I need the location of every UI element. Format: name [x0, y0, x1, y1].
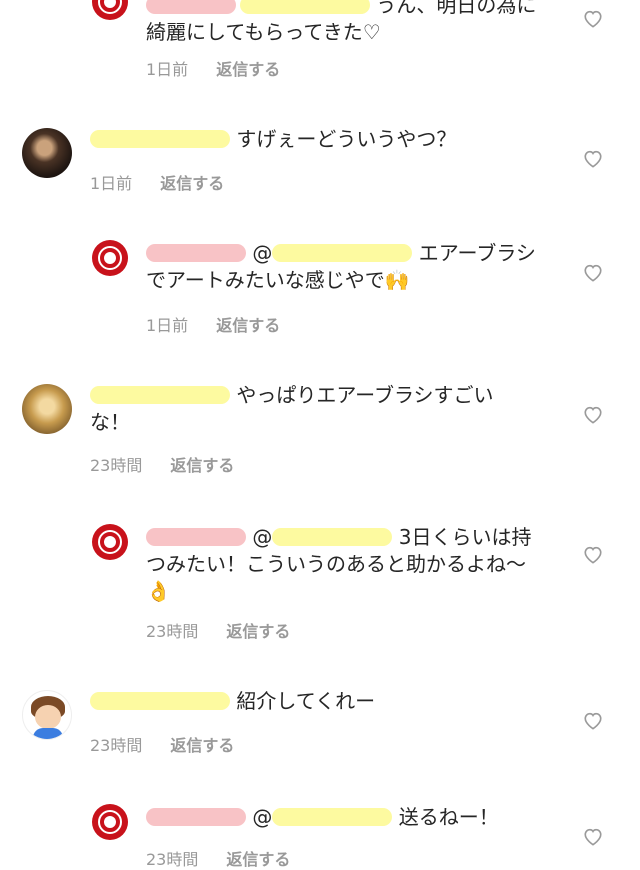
avatar[interactable] [22, 384, 72, 434]
comment-meta: 1日前 返信する [146, 56, 280, 80]
heart-outline-icon[interactable] [582, 8, 604, 28]
comment-text: @ 3日くらいは持つみたい！こういうのあると助かるよね〜👌 [146, 524, 536, 605]
comment-body: すげぇーどういうやつ？ [236, 127, 457, 151]
redacted-mention [272, 808, 393, 826]
mention-prefix: @ [252, 241, 273, 265]
comment-meta: 23時間 返信する [90, 732, 234, 756]
comment-time: 23時間 [90, 736, 143, 755]
comment-time: 23時間 [90, 456, 143, 475]
avatar[interactable] [92, 0, 128, 20]
comment-body: 紹介してくれー [236, 689, 376, 713]
comment-text: すげぇーどういうやつ？ [90, 126, 530, 153]
reply-button[interactable]: 返信する [170, 736, 234, 755]
mention-prefix: @ [252, 805, 273, 829]
comment-meta: 1日前 返信する [90, 170, 224, 194]
comment-text: 紹介してくれー [90, 688, 530, 715]
redacted-mention [240, 0, 370, 14]
comment-text: @ 送るねー！ [146, 804, 536, 831]
heart-outline-icon[interactable] [582, 262, 604, 282]
avatar-shirt [33, 728, 63, 739]
avatar[interactable] [22, 690, 72, 740]
reply-button[interactable]: 返信する [216, 60, 280, 79]
comment-text: @ エアーブラシでアートみたいな感じやで🙌 [146, 240, 536, 294]
comment-time: 23時間 [146, 622, 199, 641]
comment-text: やっぱりエアーブラシすごいな！ [90, 382, 530, 436]
heart-outline-icon[interactable] [582, 544, 604, 564]
redacted-mention [272, 244, 413, 262]
heart-outline-icon[interactable] [582, 404, 604, 424]
reply-button[interactable]: 返信する [160, 174, 224, 193]
comment-time: 1日前 [146, 60, 189, 79]
redacted-mention [272, 528, 393, 546]
reply-button[interactable]: 返信する [216, 316, 280, 335]
comment-meta: 23時間 返信する [146, 846, 290, 870]
redacted-username [146, 808, 246, 826]
comment-text: うん、明日の為に綺麗にしてもらってきた♡ [146, 0, 546, 46]
comment-meta: 1日前 返信する [146, 312, 280, 336]
comment-time: 1日前 [90, 174, 133, 193]
reply-button[interactable]: 返信する [226, 622, 290, 641]
comment-meta: 23時間 返信する [146, 618, 290, 642]
mention-prefix: @ [252, 525, 273, 549]
heart-outline-icon[interactable] [582, 148, 604, 168]
avatar[interactable] [92, 524, 128, 560]
comment-time: 23時間 [146, 850, 199, 869]
avatar[interactable] [92, 240, 128, 276]
redacted-username [146, 0, 236, 14]
reply-button[interactable]: 返信する [226, 850, 290, 869]
avatar[interactable] [22, 128, 72, 178]
redacted-username [146, 244, 246, 262]
heart-outline-icon[interactable] [582, 710, 604, 730]
avatar[interactable] [92, 804, 128, 840]
redacted-username [90, 130, 230, 148]
reply-button[interactable]: 返信する [170, 456, 234, 475]
comment-body: 送るねー！ [398, 805, 499, 829]
comment-time: 1日前 [146, 316, 189, 335]
redacted-username [146, 528, 246, 546]
redacted-username [90, 692, 230, 710]
redacted-username [90, 386, 230, 404]
heart-outline-icon[interactable] [582, 826, 604, 846]
comment-meta: 23時間 返信する [90, 452, 234, 476]
avatar-face [35, 705, 61, 729]
